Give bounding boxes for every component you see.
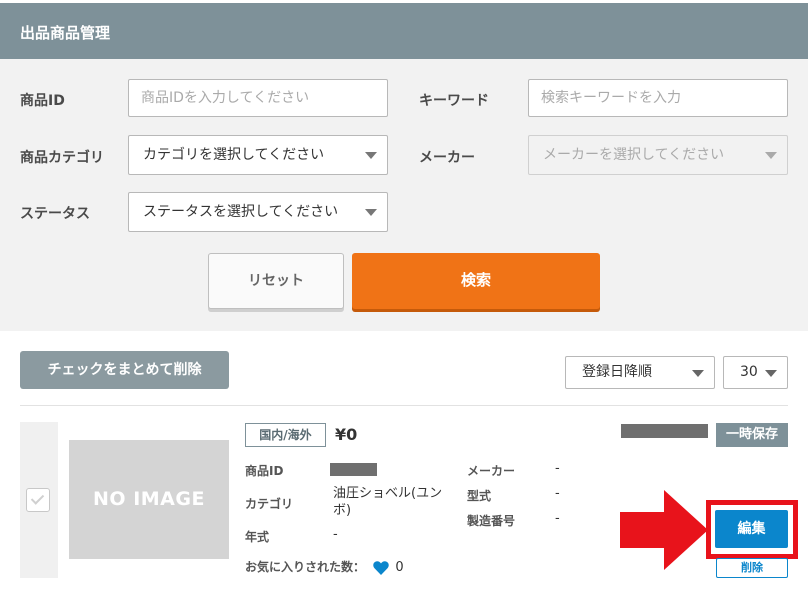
product-id-input[interactable]: 商品IDを入力してください bbox=[128, 79, 388, 117]
per-page-select[interactable]: 30 bbox=[723, 356, 788, 389]
chevron-down-icon bbox=[765, 370, 777, 377]
product-id-meta-label: 商品ID bbox=[245, 464, 284, 478]
chevron-down-icon bbox=[365, 152, 377, 159]
page-title: 出品商品管理 bbox=[20, 24, 111, 42]
status-label: ステータス bbox=[20, 206, 90, 222]
favorites-label: お気に入りされた数： bbox=[245, 560, 366, 574]
keyword-input[interactable]: 検索キーワードを入力 bbox=[528, 79, 788, 117]
category-select-value: カテゴリを選択してください bbox=[143, 147, 325, 163]
check-icon bbox=[30, 491, 45, 505]
status-select[interactable]: ステータスを選択してください bbox=[128, 192, 388, 232]
list-divider bbox=[20, 405, 788, 406]
serial-meta-label: 製造番号 bbox=[467, 514, 516, 528]
row-checkbox[interactable] bbox=[26, 488, 50, 512]
product-management-page: 出品商品管理 商品ID 商品IDを入力してください キーワード 検索キーワードを… bbox=[0, 0, 811, 594]
product-image-placeholder: NO IMAGE bbox=[69, 440, 229, 559]
serial-meta-value: - bbox=[555, 511, 560, 526]
redacted-product-id bbox=[330, 463, 377, 476]
chevron-down-icon bbox=[765, 152, 777, 159]
region-badge: 国内/海外 bbox=[245, 423, 326, 447]
reset-button[interactable]: リセット bbox=[208, 253, 344, 309]
sort-order-select[interactable]: 登録日降順 bbox=[565, 356, 715, 389]
chevron-down-icon bbox=[365, 209, 377, 216]
delete-button[interactable]: 削除 bbox=[716, 558, 788, 578]
bulk-delete-button[interactable]: チェックをまとめて削除 bbox=[20, 351, 229, 389]
red-arrow-icon bbox=[620, 490, 708, 570]
model-meta-value: - bbox=[555, 486, 560, 501]
maker-select[interactable]: メーカーを選択してください bbox=[528, 135, 788, 175]
category-label: 商品カテゴリ bbox=[20, 150, 104, 166]
maker-label: メーカー bbox=[419, 150, 475, 166]
category-select[interactable]: カテゴリを選択してください bbox=[128, 135, 388, 175]
status-badge: 一時保存 bbox=[716, 423, 788, 447]
favorites-number: 0 bbox=[395, 560, 404, 575]
status-select-value: ステータスを選択してください bbox=[143, 204, 339, 220]
edit-button[interactable]: 編集 bbox=[715, 510, 788, 548]
page-header: 出品商品管理 bbox=[0, 3, 808, 59]
year-meta-label: 年式 bbox=[245, 530, 270, 544]
row-select-column bbox=[20, 422, 58, 578]
favorites-count: お気に入りされた数： 0 bbox=[245, 558, 404, 575]
maker-meta-value: - bbox=[555, 461, 560, 476]
sort-order-value: 登録日降順 bbox=[582, 364, 652, 380]
year-meta-value: - bbox=[333, 527, 338, 542]
model-meta-label: 型式 bbox=[467, 489, 492, 503]
heart-icon bbox=[373, 560, 389, 575]
product-id-label: 商品ID bbox=[20, 93, 65, 109]
category-meta-label: カテゴリ bbox=[245, 497, 294, 511]
maker-select-value: メーカーを選択してください bbox=[543, 147, 725, 163]
per-page-value: 30 bbox=[740, 364, 758, 380]
keyword-label: キーワード bbox=[419, 93, 489, 109]
redacted-text bbox=[621, 424, 708, 438]
search-button[interactable]: 検索 bbox=[352, 253, 600, 309]
category-meta-value: 油圧ショベル(ユンボ) bbox=[333, 486, 443, 518]
price: ¥0 bbox=[335, 425, 358, 444]
chevron-down-icon bbox=[692, 370, 704, 377]
maker-meta-label: メーカー bbox=[467, 464, 516, 478]
